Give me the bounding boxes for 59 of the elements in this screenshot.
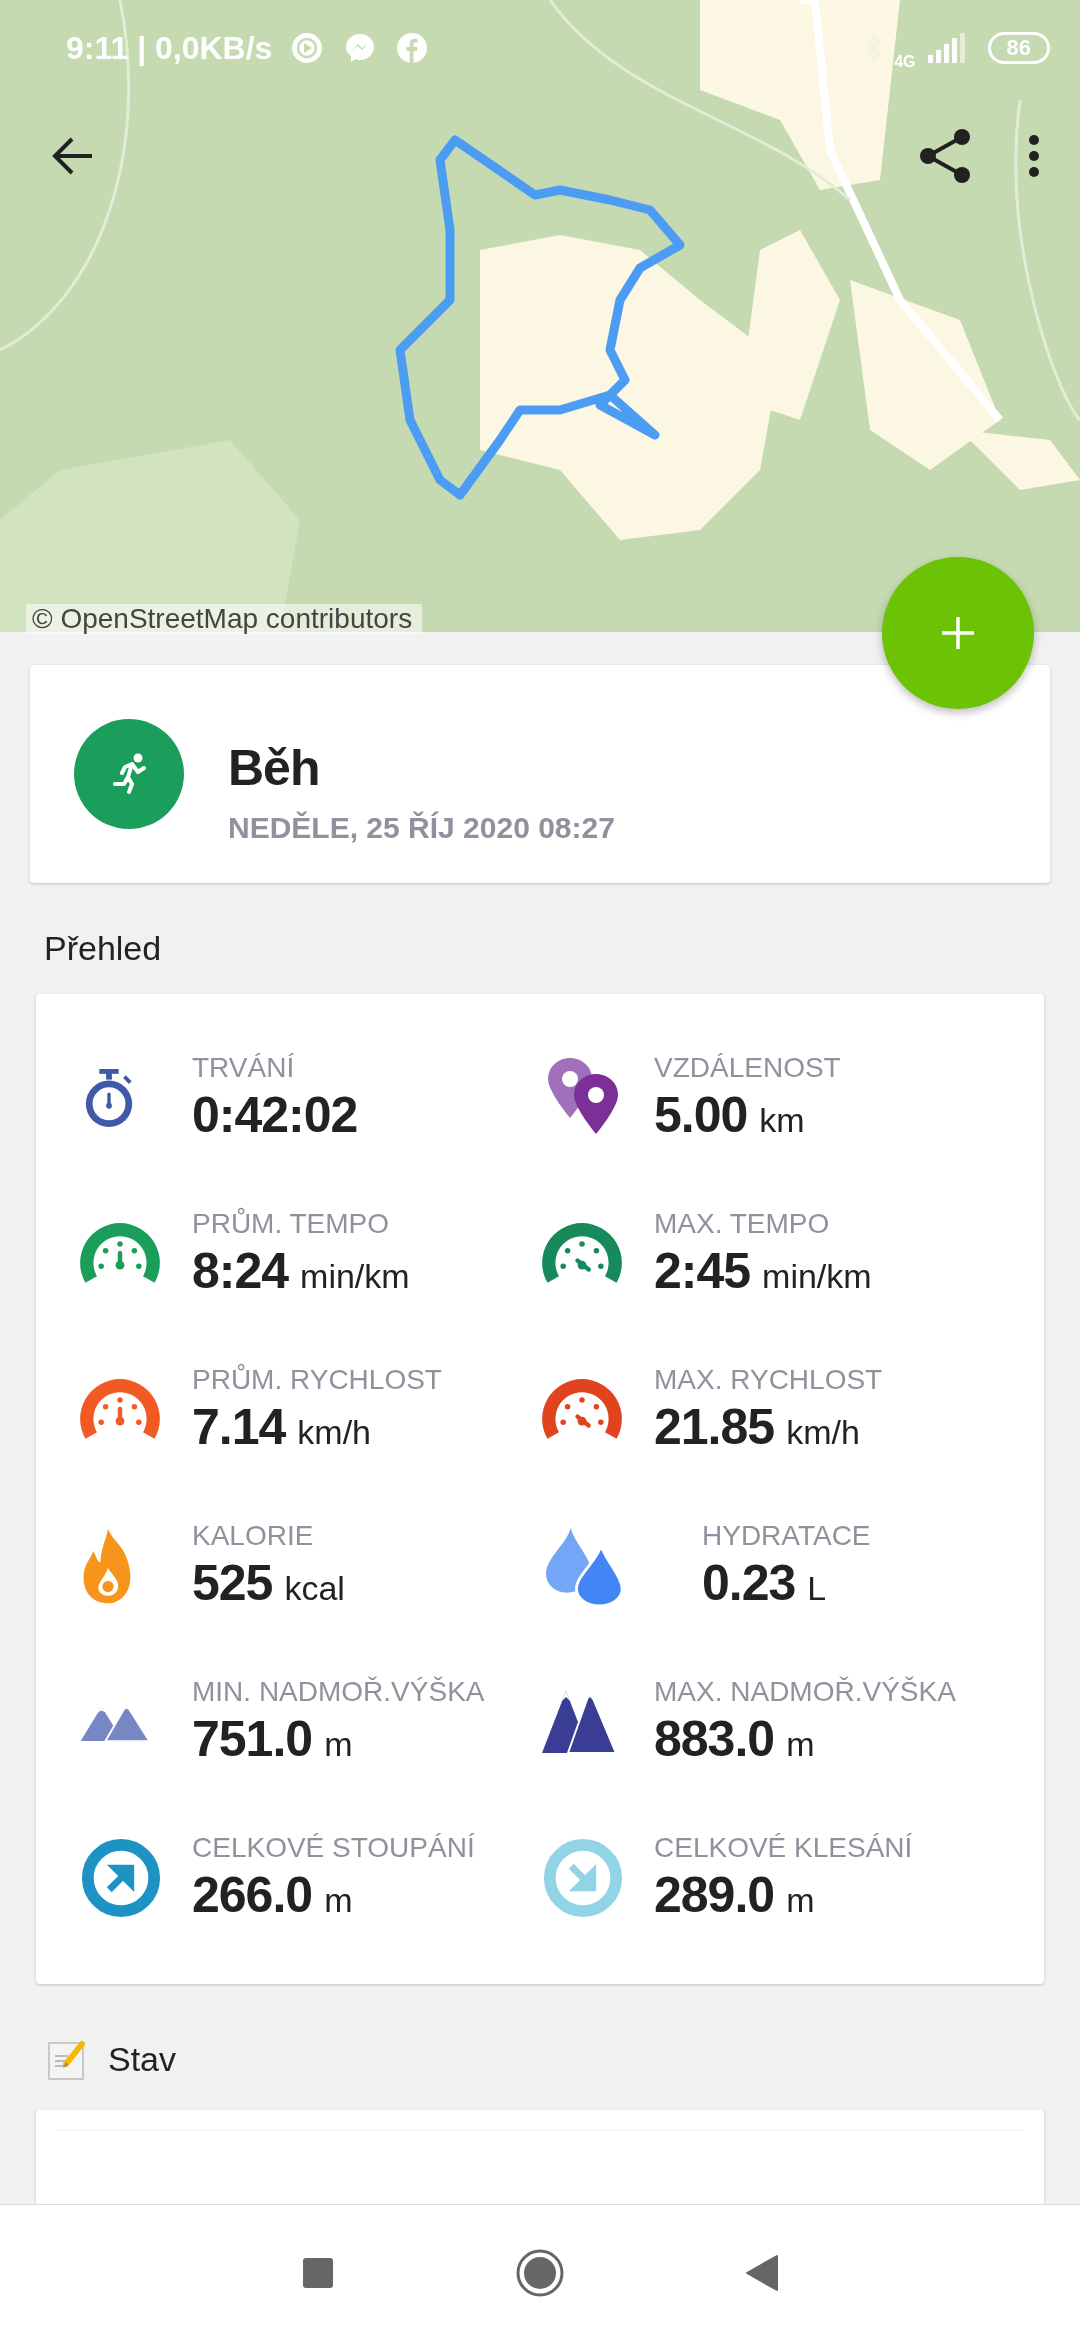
activity-title: Běh [228, 739, 321, 797]
section-title: Přehled [43, 928, 163, 969]
stat-value: 289.0 [654, 1866, 775, 1925]
gauge-icon [542, 1223, 622, 1285]
stat-value: 0:42:02 [192, 1086, 358, 1145]
up-arrow-circle-icon [80, 1837, 162, 1919]
stat-unit: min/km [300, 1257, 410, 1296]
stat-label: MIN. NADMOŘ.VÝŠKA [192, 1675, 485, 1709]
stat-value: 266.0 [192, 1866, 313, 1925]
stat-unit: min/km [762, 1257, 872, 1296]
stat-value: 21.85 [654, 1398, 775, 1457]
more-options-button[interactable] [1028, 134, 1040, 178]
gauge-icon [542, 1379, 622, 1441]
stat-label: PRŮM. RYCHLOST [192, 1363, 442, 1397]
map-attribution[interactable]: © OpenStreetMap contributors [26, 604, 423, 634]
stat-unit: L [807, 1569, 827, 1608]
status-time: 9:11 | 0,0KB/s [66, 29, 273, 67]
stat-unit: kcal [284, 1569, 345, 1608]
share-button[interactable] [918, 128, 972, 184]
signal-icon [925, 33, 966, 63]
stat-value: 0.23 [702, 1554, 796, 1613]
gauge-icon [80, 1379, 160, 1441]
battery-level: 86 [987, 32, 1050, 64]
stat-unit: m [324, 1725, 353, 1764]
video-icon [290, 31, 325, 65]
stat-unit: m [786, 1725, 815, 1764]
recents-button[interactable] [301, 2255, 335, 2290]
facebook-icon [396, 32, 429, 64]
stat-unit: km/h [786, 1413, 860, 1452]
stat-label: MAX. NADMOŘ.VÝŠKA [654, 1675, 956, 1709]
gauge-icon [80, 1223, 160, 1285]
stat-unit: km [759, 1101, 805, 1140]
stat-label: CELKOVÉ KLESÁNÍ [654, 1831, 913, 1865]
stat-value: 8:24 [192, 1242, 289, 1301]
stat-value: 525 [192, 1554, 273, 1613]
stat-value: 883.0 [654, 1710, 775, 1769]
network-type: 4G [894, 53, 916, 71]
stat-label: MAX. RYCHLOST [654, 1363, 883, 1397]
stat-unit: m [324, 1881, 353, 1920]
mountains-icon [542, 1689, 618, 1755]
messenger-icon [344, 32, 377, 64]
stat-value: 5.00 [654, 1086, 748, 1145]
stat-unit: m [786, 1881, 815, 1920]
section-title: Stav [108, 2039, 177, 2079]
stat-label: PRŮM. TEMPO [192, 1207, 391, 1241]
home-button[interactable] [515, 2247, 565, 2298]
stat-label: CELKOVÉ STOUPÁNÍ [192, 1831, 475, 1865]
activity-date: NEDĚLE, 25 ŘÍJ 2020 08:27 [228, 811, 615, 845]
stat-label: MAX. TEMPO [654, 1207, 831, 1241]
stat-value: 751.0 [192, 1710, 313, 1769]
stat-value: 2:45 [654, 1242, 751, 1301]
stat-label: KALORIE [192, 1519, 315, 1553]
stat-unit: km/h [297, 1413, 371, 1452]
back-button[interactable] [745, 2253, 779, 2292]
down-arrow-circle-icon [542, 1837, 624, 1919]
stat-value: 7.14 [192, 1398, 286, 1457]
stat-label: HYDRATACE [702, 1519, 871, 1553]
stat-label: TRVÁNÍ [192, 1051, 296, 1085]
stat-label: VZDÁLENOST [654, 1051, 841, 1085]
